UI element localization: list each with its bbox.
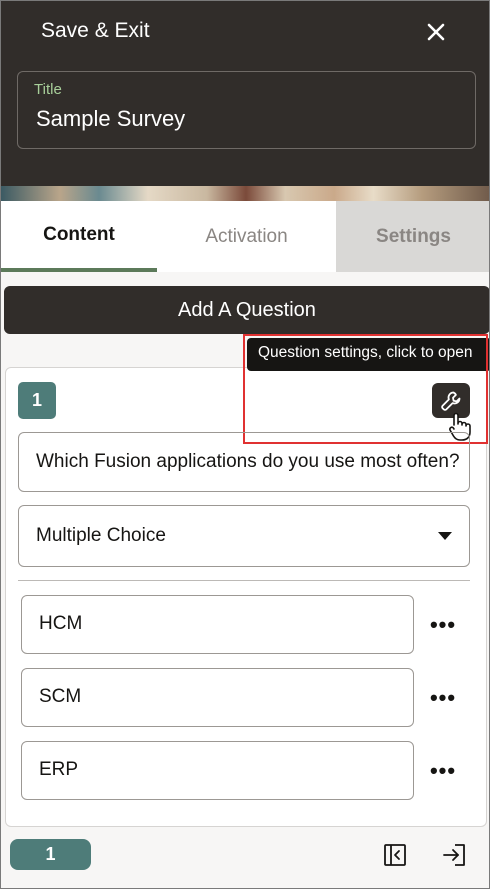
option-more-icon[interactable]: ••• — [428, 756, 458, 786]
option-more-icon[interactable]: ••• — [428, 610, 458, 640]
option-more-icon[interactable]: ••• — [428, 683, 458, 713]
decorative-banner — [1, 186, 489, 201]
header: Save & Exit Title Sample Survey — [1, 1, 489, 186]
option-input-hcm[interactable]: HCM — [21, 595, 414, 654]
question-text-input[interactable]: Which Fusion applications do you use mos… — [18, 432, 470, 492]
panel-collapse-icon[interactable] — [382, 842, 408, 868]
page-number-badge[interactable]: 1 — [10, 839, 91, 870]
option-input-erp[interactable]: ERP — [21, 741, 414, 800]
tab-content[interactable]: Content — [1, 201, 157, 272]
tab-bar: Content Activation Settings — [1, 201, 489, 272]
tab-activation[interactable]: Activation — [157, 201, 336, 272]
add-question-button[interactable]: Add A Question — [4, 286, 489, 334]
title-value: Sample Survey — [36, 106, 186, 131]
settings-tooltip: Question settings, click to open — [247, 338, 489, 371]
option-input-scm[interactable]: SCM — [21, 668, 414, 727]
close-icon[interactable] — [421, 17, 451, 47]
survey-panel: Save & Exit Title Sample Survey Content … — [0, 0, 490, 889]
title-field[interactable]: Title Sample Survey — [17, 71, 476, 149]
question-number-badge: 1 — [18, 382, 56, 419]
chevron-down-icon — [438, 532, 452, 540]
question-type-select[interactable]: Multiple Choice — [18, 505, 470, 567]
save-exit-button[interactable]: Save & Exit — [41, 19, 150, 43]
divider — [18, 580, 470, 581]
title-label: Title — [34, 81, 62, 98]
sign-in-icon[interactable] — [441, 842, 467, 868]
tab-settings[interactable]: Settings — [336, 201, 489, 272]
wrench-icon — [441, 391, 461, 411]
